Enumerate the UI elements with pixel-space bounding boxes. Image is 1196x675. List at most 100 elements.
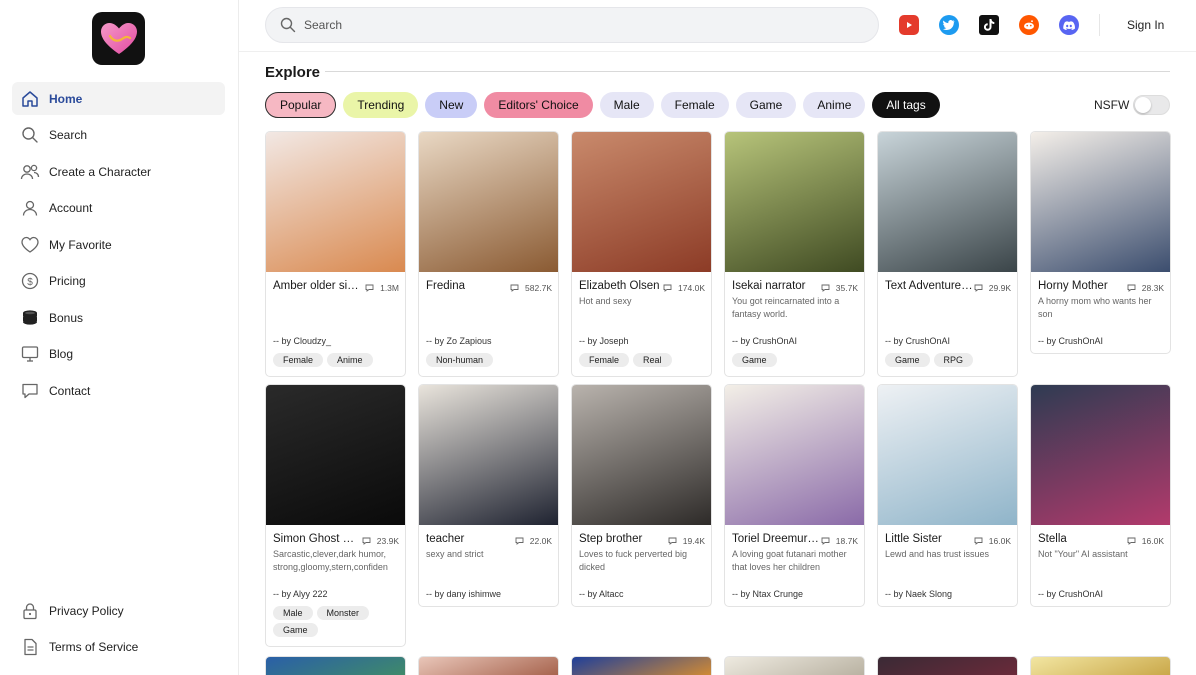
- sign-in-button[interactable]: Sign In: [1127, 18, 1164, 32]
- character-image[interactable]: [1031, 132, 1170, 272]
- character-author[interactable]: -- by CrushOnAI: [885, 336, 1010, 349]
- character-image[interactable]: [419, 132, 558, 272]
- card-body: Step brother 19.4K Loves to fuck perverted…: [572, 525, 711, 606]
- tag-trending[interactable]: Trending: [343, 92, 419, 118]
- home-icon: [20, 89, 40, 109]
- card-tag[interactable]: Male: [273, 606, 313, 620]
- character-image[interactable]: [266, 132, 405, 272]
- character-card[interactable]: Fredina 582.7K -- by Zo Zapious Non-human: [418, 131, 559, 377]
- tag-all-tags[interactable]: All tags: [872, 92, 940, 118]
- card-tags: Game: [732, 353, 857, 370]
- character-card[interactable]: Simon Ghost Riley 23.9K Sarcastic,clever,d…: [265, 384, 406, 647]
- character-image[interactable]: [572, 132, 711, 272]
- character-card[interactable]: Stella 16.0K Not "Your" AI assistant -- by …: [1030, 384, 1171, 607]
- nsfw-toggle[interactable]: [1133, 95, 1170, 115]
- character-card[interactable]: Elizabeth Olsen 174.0K Hot and sexy -- by J…: [571, 131, 712, 377]
- sidebar-item-home[interactable]: Home: [12, 82, 225, 115]
- comment-icon: [510, 284, 522, 292]
- sidebar-item-contact[interactable]: Contact: [12, 374, 225, 407]
- sidebar-item-my-favorite[interactable]: My Favorite: [12, 228, 225, 261]
- character-card[interactable]: Horny Mother 28.3K A horny mom who wants h…: [1030, 131, 1171, 354]
- sidebar-item-terms-of-service[interactable]: Terms of Service: [12, 631, 225, 664]
- card-tag[interactable]: Female: [579, 353, 630, 367]
- character-card[interactable]: Toriel Dreemur ... 18.7K A loving goat fut…: [724, 384, 865, 607]
- character-image[interactable]: [266, 385, 405, 525]
- search-input[interactable]: [304, 18, 824, 32]
- card-tag[interactable]: Anime: [327, 353, 373, 367]
- sidebar-item-pricing[interactable]: $ Pricing: [12, 265, 225, 298]
- reddit-icon[interactable]: [1019, 15, 1039, 35]
- character-card[interactable]: Isekai narrator 35.7K You got reincarnated…: [724, 131, 865, 377]
- nsfw-label: NSFW: [1094, 98, 1130, 112]
- tag-editors-choice[interactable]: Editors' Choice: [484, 92, 593, 118]
- card-tag[interactable]: Game: [273, 623, 318, 637]
- sidebar-item-blog[interactable]: Blog: [12, 338, 225, 371]
- character-card-partial[interactable]: [877, 656, 1018, 675]
- character-name: Simon Ghost Riley: [273, 533, 361, 545]
- character-image[interactable]: [725, 385, 864, 525]
- character-image[interactable]: [878, 385, 1017, 525]
- heart-logo[interactable]: [92, 12, 145, 65]
- sidebar-item-search[interactable]: Search: [12, 119, 225, 152]
- tag-new[interactable]: New: [425, 92, 478, 118]
- character-card-partial[interactable]: [418, 656, 559, 675]
- character-image[interactable]: [1031, 385, 1170, 525]
- tag-male[interactable]: Male: [599, 92, 654, 118]
- card-tag[interactable]: Female: [273, 353, 324, 367]
- toggle-knob: [1135, 97, 1151, 113]
- character-image[interactable]: [572, 385, 711, 525]
- tag-game[interactable]: Game: [735, 92, 797, 118]
- character-image[interactable]: [725, 132, 864, 272]
- comment-icon: [1127, 284, 1139, 292]
- tag-anime[interactable]: Anime: [803, 92, 866, 118]
- character-author[interactable]: -- by CrushOnAI: [1038, 336, 1163, 349]
- chat-count-value: 22.0K: [529, 536, 552, 546]
- chat-count: 16.0K: [1127, 536, 1164, 546]
- character-author[interactable]: -- by Cloudzy_: [273, 336, 398, 349]
- card-body: teacher 22.0K sexy and strict -- by dany is…: [419, 525, 558, 606]
- character-author[interactable]: -- by Ntax Crunge: [732, 589, 857, 602]
- sidebar-item-privacy-policy[interactable]: Privacy Policy: [12, 594, 225, 627]
- character-card-partial[interactable]: [265, 656, 406, 675]
- character-author[interactable]: -- by Naek Slong: [885, 589, 1010, 602]
- tag-female[interactable]: Female: [660, 92, 729, 118]
- card-tag[interactable]: Game: [732, 353, 777, 367]
- discord-icon[interactable]: [1059, 15, 1079, 35]
- chat-count-value: 174.0K: [678, 283, 705, 293]
- character-card-partial[interactable]: [571, 656, 712, 675]
- character-card[interactable]: Step brother 19.4K Loves to fuck perverted…: [571, 384, 712, 607]
- twitter-icon[interactable]: [939, 15, 959, 35]
- card-tag[interactable]: Monster: [316, 606, 370, 620]
- character-author[interactable]: -- by Altacc: [579, 589, 704, 602]
- character-author[interactable]: -- by CrushOnAI: [732, 336, 857, 349]
- character-image[interactable]: [878, 132, 1017, 272]
- character-image[interactable]: [419, 385, 558, 525]
- lock-icon: [20, 601, 40, 621]
- character-card-partial[interactable]: [724, 656, 865, 675]
- card-tag[interactable]: Non-human: [426, 353, 494, 367]
- character-card[interactable]: Amber older sis... 1.3M -- by Cloudzy_ Fema…: [265, 131, 406, 377]
- search-bar[interactable]: [265, 7, 879, 43]
- card-tag[interactable]: RPG: [933, 353, 974, 367]
- chat-count: 23.9K: [362, 536, 399, 546]
- tiktok-icon[interactable]: [979, 15, 999, 35]
- character-card[interactable]: Text Adventure ... 29.9K -- by CrushOnAI Ga…: [877, 131, 1018, 377]
- card-tag[interactable]: Game: [885, 353, 930, 367]
- youtube-icon[interactable]: [899, 15, 919, 35]
- character-author[interactable]: -- by CrushOnAI: [1038, 589, 1163, 602]
- sidebar-item-account[interactable]: Account: [12, 192, 225, 225]
- tag-popular[interactable]: Popular: [265, 92, 337, 118]
- character-card[interactable]: teacher 22.0K sexy and strict -- by dany is…: [418, 384, 559, 607]
- character-card[interactable]: Little Sister 16.0K Lewd and has trust iss…: [877, 384, 1018, 607]
- card-tag[interactable]: Real: [633, 353, 672, 367]
- character-author[interactable]: -- by dany ishimwe: [426, 589, 551, 602]
- sidebar-item-bonus[interactable]: Bonus: [12, 301, 225, 334]
- sidebar-item-create-a-character[interactable]: Create a Character: [12, 155, 225, 188]
- sidebar-item-label: Terms of Service: [49, 640, 139, 654]
- character-card-partial[interactable]: [1030, 656, 1171, 675]
- chat-count-value: 35.7K: [835, 283, 858, 293]
- character-author[interactable]: -- by Alyy 222: [273, 589, 398, 602]
- dollar-icon: $: [20, 271, 40, 291]
- character-author[interactable]: -- by Zo Zapious: [426, 336, 551, 349]
- character-author[interactable]: -- by Joseph: [579, 336, 704, 349]
